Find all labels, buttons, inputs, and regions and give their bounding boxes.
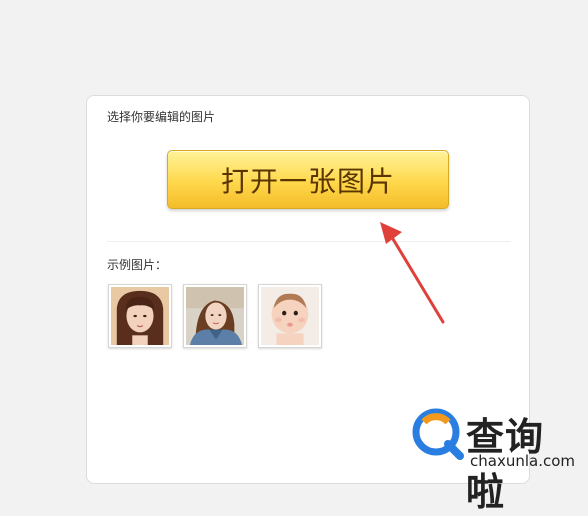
- examples-label: 示例图片：: [107, 258, 168, 272]
- example-photo-woman-denim: [186, 287, 244, 345]
- example-thumbnails: [108, 284, 322, 348]
- divider: [107, 241, 511, 242]
- open-image-button[interactable]: 打开一张图片: [167, 150, 449, 209]
- example-thumbnail-1[interactable]: [108, 284, 172, 348]
- example-photo-baby: [261, 287, 319, 345]
- example-thumbnail-2[interactable]: [183, 284, 247, 348]
- example-photo-woman-bangs: [111, 287, 169, 345]
- image-select-panel: 选择你要编辑的图片 打开一张图片 示例图片：: [86, 95, 530, 484]
- example-thumbnail-3[interactable]: [258, 284, 322, 348]
- select-image-prompt: 选择你要编辑的图片: [107, 110, 216, 124]
